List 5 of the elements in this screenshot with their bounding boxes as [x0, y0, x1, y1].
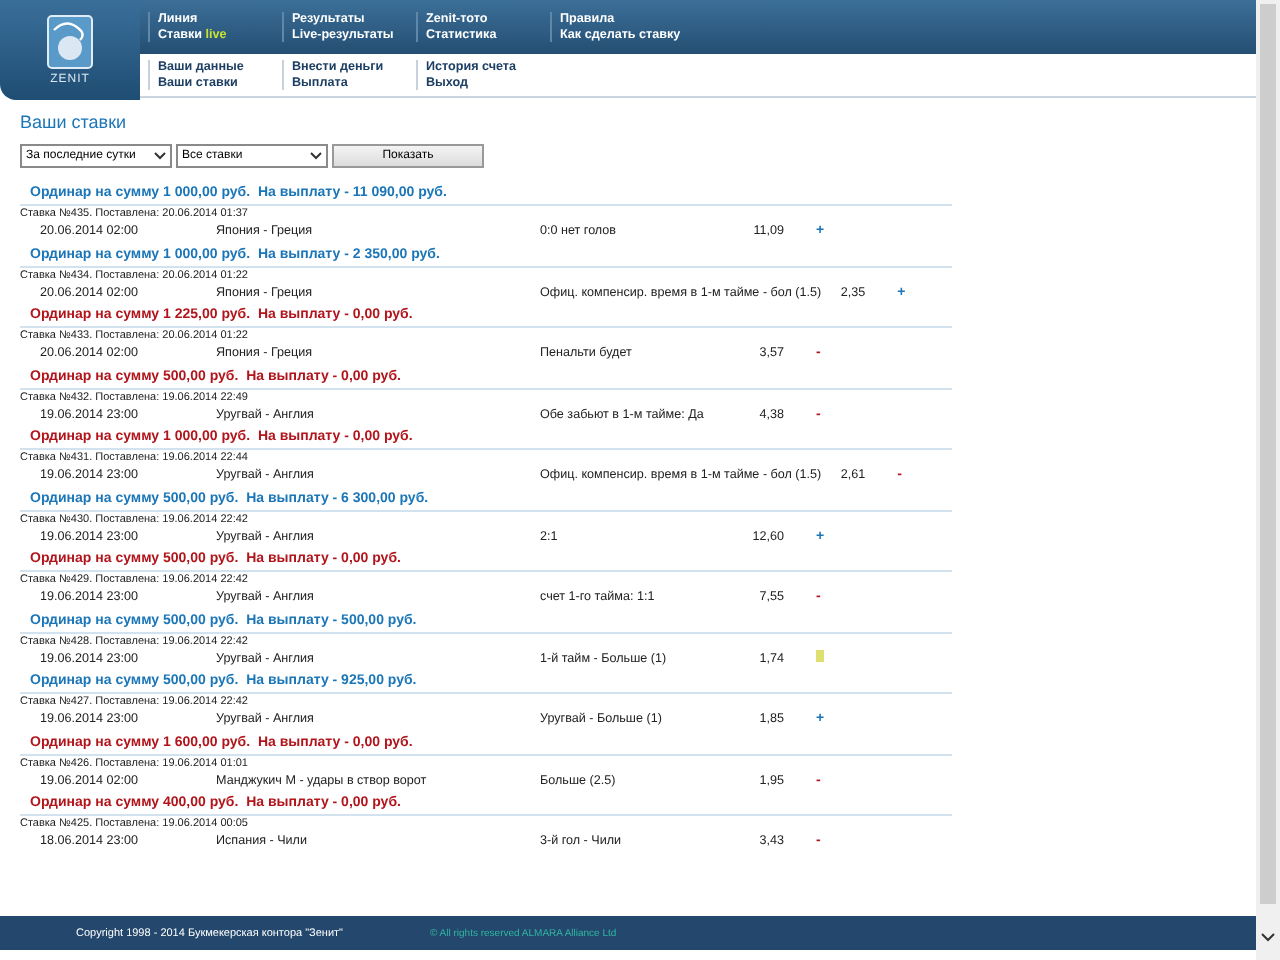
- scrollbar[interactable]: [1256, 0, 1280, 960]
- chevron-down-icon[interactable]: [1260, 932, 1276, 942]
- chevron-down-icon: [154, 152, 166, 160]
- page-title: Ваши ставки: [20, 112, 129, 132]
- chevron-down-icon: [310, 152, 322, 160]
